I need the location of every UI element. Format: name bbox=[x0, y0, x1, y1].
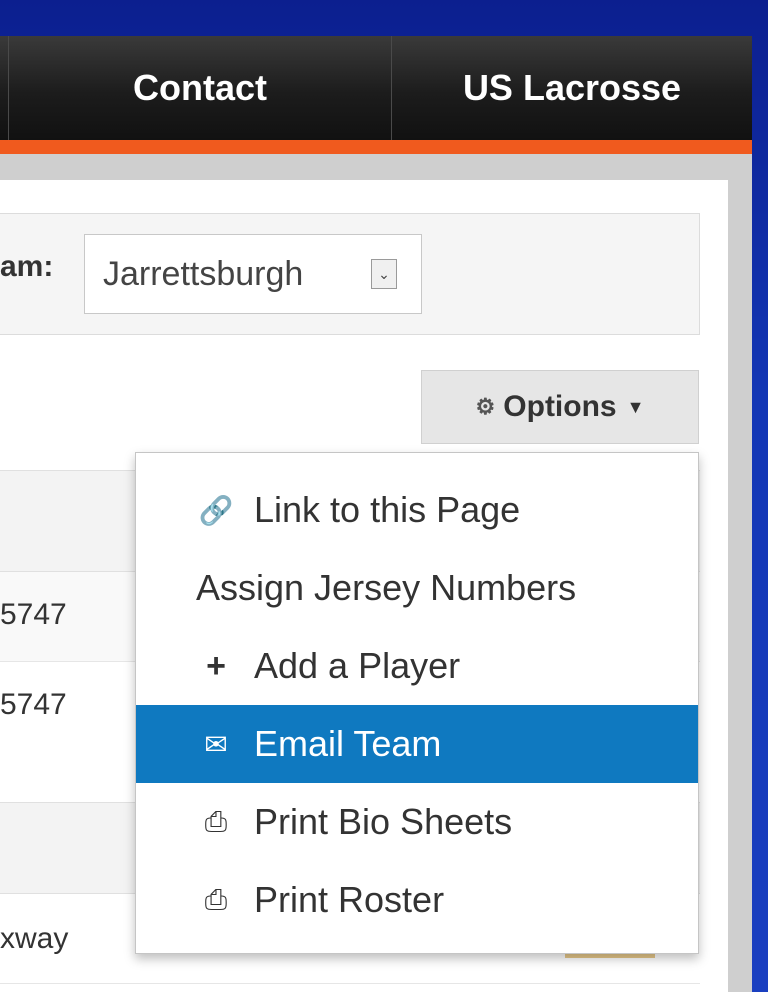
options-dropdown-menu: 🔗 Link to this Page Assign Jersey Number… bbox=[135, 452, 699, 954]
team-select-value: Jarrettsburgh bbox=[103, 254, 304, 293]
menu-item-label: Print Bio Sheets bbox=[254, 801, 513, 842]
plus-icon: + bbox=[206, 646, 226, 685]
table-cell: 5747 bbox=[0, 598, 67, 631]
options-button[interactable]: ⚙ Options ▼ bbox=[421, 370, 699, 444]
link-icon: 🔗 bbox=[198, 494, 234, 526]
printer-icon: ⎙ bbox=[204, 883, 228, 915]
menu-item-print-roster[interactable]: ⎙ Print Roster bbox=[136, 861, 698, 939]
menu-item-assign-jersey-numbers[interactable]: Assign Jersey Numbers bbox=[136, 549, 698, 627]
team-label: am: bbox=[0, 250, 54, 283]
table-cell: 5747 bbox=[0, 688, 67, 721]
menu-item-add-player[interactable]: + Add a Player bbox=[136, 627, 698, 705]
menu-item-label: Email Team bbox=[254, 723, 442, 764]
menu-item-email-team[interactable]: ✉ Email Team bbox=[136, 705, 698, 783]
chevron-down-icon[interactable]: ⌄ bbox=[371, 259, 397, 289]
top-navbar: Contact US Lacrosse bbox=[0, 36, 752, 140]
nav-us-lacrosse-label: US Lacrosse bbox=[462, 67, 682, 108]
gears-icon: ⚙ bbox=[475, 394, 496, 419]
caret-down-icon: ▼ bbox=[626, 396, 645, 417]
nav-contact-label: Contact bbox=[133, 67, 267, 108]
printer-icon: ⎙ bbox=[204, 805, 228, 837]
menu-item-link-to-page[interactable]: 🔗 Link to this Page bbox=[136, 471, 698, 549]
nav-accent-bar bbox=[0, 140, 752, 154]
nav-us-lacrosse[interactable]: US Lacrosse bbox=[391, 36, 752, 140]
menu-item-label: Link to this Page bbox=[254, 489, 521, 530]
options-button-label: Options bbox=[503, 390, 617, 423]
menu-item-print-bio-sheets[interactable]: ⎙ Print Bio Sheets bbox=[136, 783, 698, 861]
table-cell: xway bbox=[0, 922, 69, 955]
menu-item-label: Print Roster bbox=[254, 879, 445, 920]
envelope-icon: ✉ bbox=[204, 728, 228, 760]
nav-contact[interactable]: Contact bbox=[8, 36, 391, 140]
menu-item-label: Add a Player bbox=[254, 645, 461, 686]
menu-item-label: Assign Jersey Numbers bbox=[196, 567, 577, 608]
team-select[interactable]: Jarrettsburgh ⌄ bbox=[84, 234, 422, 314]
